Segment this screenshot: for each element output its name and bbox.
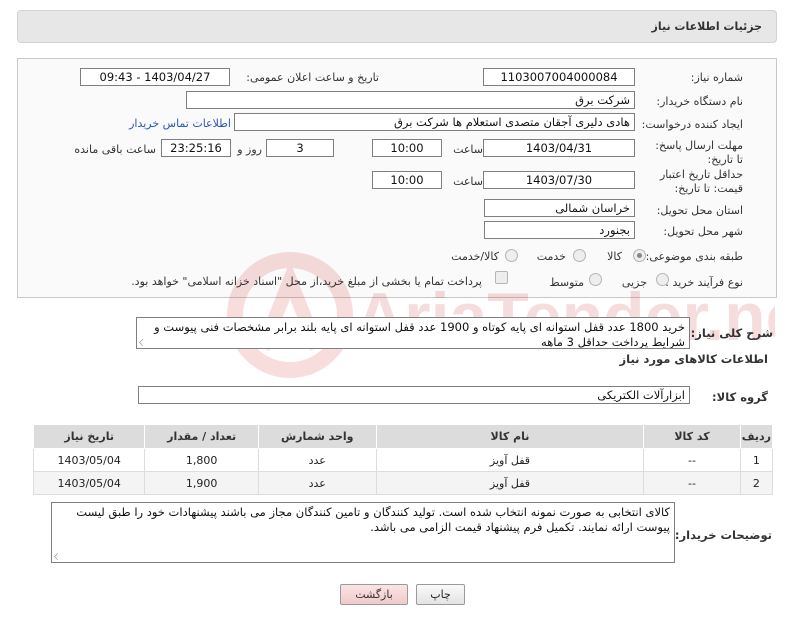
need-number-label: شماره نیاز: [690, 71, 743, 84]
col-header-code: کد کالا [643, 424, 741, 449]
city-field: بجنورد [484, 221, 635, 239]
category-option-service: خدمت [536, 250, 566, 263]
category-option-both: کالا/خدمت [451, 250, 499, 263]
cell-idx: 2 [739, 471, 774, 495]
cell-code: -- [643, 448, 741, 472]
deadline-label: مهلت ارسال پاسخ: تا تاریخ: [655, 139, 743, 166]
announce-label: تاریخ و ساعت اعلان عمومی: [246, 71, 379, 84]
days-label: روز و [237, 143, 262, 156]
remaining-label: ساعت باقی مانده [74, 143, 156, 156]
buyer-notes-text: کالای انتخابی به صورت نمونه انتخاب شده ا… [76, 505, 670, 534]
print-button[interactable]: چاپ [416, 584, 465, 605]
cell-qty: 1,800 [144, 448, 259, 472]
col-header-idx: ردیف [739, 424, 774, 449]
validity-time-field: 10:00 [372, 171, 442, 189]
table-row[interactable]: 1 -- قفل آویز عدد 1,800 1403/05/04 [32, 448, 774, 472]
contact-info-link[interactable]: اطلاعات تماس خریدار [129, 117, 231, 130]
process-radio-minor[interactable] [656, 273, 669, 286]
deadline-date-field: 1403/04/31 [483, 139, 635, 157]
category-radio-goods[interactable] [633, 249, 646, 262]
col-header-name: نام کالا [375, 424, 645, 449]
announce-field: 1403/04/27 - 09:43 [80, 68, 230, 86]
process-label: نوع فرآیند خرید : [665, 276, 743, 289]
goods-table: ردیف کد کالا نام کالا واحد شمارش تعداد /… [32, 424, 774, 495]
cell-qty: 1,900 [144, 471, 259, 495]
deadline-time-label: ساعت [453, 143, 483, 156]
buyer-notes-label: توضیحات خریدار: [674, 528, 772, 542]
buyer-org-label: نام دستگاه خریدار: [656, 95, 743, 108]
need-number-field: 1103007004000084 [483, 68, 635, 86]
resize-grip-icon[interactable] [139, 339, 146, 346]
validity-label: حداقل تاریخ اعتبار قیمت: تا تاریخ: [659, 168, 743, 195]
cell-unit: عدد [257, 471, 377, 495]
creator-label: ایجاد کننده درخواست: [641, 118, 743, 131]
table-row[interactable]: 2 -- قفل آویز عدد 1,900 1403/05/04 [32, 471, 774, 495]
category-label: طبقه بندی موضوعی: [645, 250, 743, 263]
cell-unit: عدد [257, 448, 377, 472]
province-label: استان محل تحویل: [656, 204, 743, 217]
category-radio-service[interactable] [573, 249, 586, 262]
category-option-goods: کالا [607, 250, 622, 263]
page-title: جزئیات اطلاعات نیاز [651, 20, 763, 33]
treasury-payment-checkbox[interactable] [495, 271, 508, 284]
remaining-time-field: 23:25:16 [161, 139, 231, 157]
treasury-payment-note: پرداخت تمام یا بخشی از مبلغ خرید،از محل … [131, 275, 482, 288]
process-radio-medium[interactable] [589, 273, 602, 286]
buyer-notes-textarea[interactable]: کالای انتخابی به صورت نمونه انتخاب شده ا… [51, 502, 675, 563]
col-header-qty: تعداد / مقدار [144, 424, 259, 449]
description-label: شرح کلی نیاز: [690, 326, 773, 340]
col-header-date: تاریخ نیاز [32, 424, 146, 449]
process-option-medium: متوسط [549, 276, 584, 289]
cell-name: قفل آویز [375, 448, 645, 472]
validity-date-field: 1403/07/30 [483, 171, 635, 189]
goods-table-header: ردیف کد کالا نام کالا واحد شمارش تعداد /… [32, 424, 774, 449]
days-field: 3 [266, 139, 334, 157]
resize-grip-icon[interactable] [54, 553, 61, 560]
cell-idx: 1 [739, 448, 774, 472]
description-textarea[interactable]: خرید 1800 عدد قفل استوانه ای پایه کوتاه … [136, 317, 690, 349]
cell-date: 1403/05/04 [32, 448, 146, 472]
deadline-time-field: 10:00 [372, 139, 442, 157]
col-header-unit: واحد شمارش [257, 424, 377, 449]
creator-field: هادی دلیری آجقان متصدی استعلام ها شرکت ب… [234, 113, 635, 131]
cell-name: قفل آویز [375, 471, 645, 495]
goods-group-label: گروه کالا: [712, 390, 768, 404]
back-button[interactable]: بازگشت [340, 584, 408, 605]
cell-date: 1403/05/04 [32, 471, 146, 495]
cell-code: -- [643, 471, 741, 495]
buyer-org-field: شرکت برق [186, 91, 635, 109]
page-header: جزئیات اطلاعات نیاز [17, 10, 777, 43]
goods-group-field: ابزارآلات الکتریکی [138, 386, 690, 404]
validity-time-label: ساعت [453, 175, 483, 188]
city-label: شهر محل تحویل: [663, 225, 743, 238]
description-text: خرید 1800 عدد قفل استوانه ای پایه کوتاه … [154, 320, 685, 349]
category-radio-both[interactable] [505, 249, 518, 262]
province-field: خراسان شمالی [484, 199, 635, 217]
goods-section-title: اطلاعات کالاهای مورد نیاز [619, 352, 768, 366]
process-option-minor: جزیی [621, 276, 647, 289]
